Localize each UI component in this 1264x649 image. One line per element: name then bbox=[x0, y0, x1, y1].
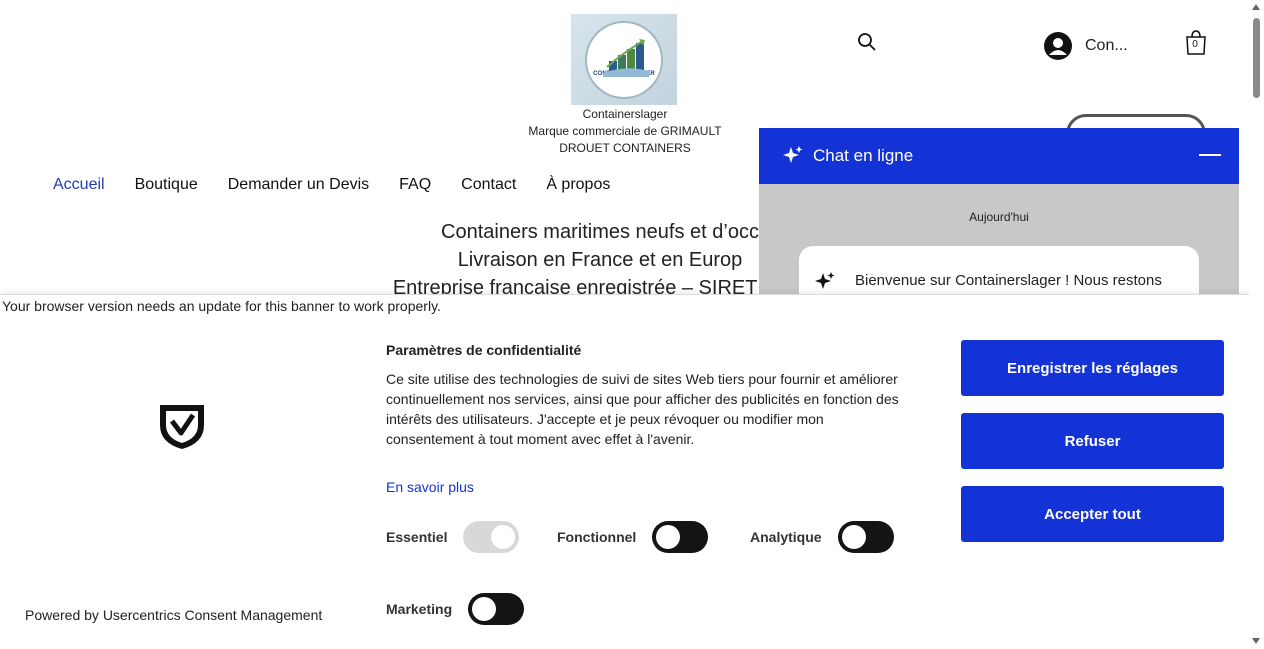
chat-header: Chat en ligne bbox=[759, 128, 1239, 184]
toggle-label-analytics: Analytique bbox=[750, 529, 822, 545]
powered-by: Powered by Usercentrics Consent Manageme… bbox=[25, 607, 323, 623]
brand-block: Containerslager Marque commerciale de GR… bbox=[500, 106, 750, 157]
chat-message-text: Bienvenue sur Containerslager ! Nous res… bbox=[855, 272, 1162, 289]
brand-company: DROUET CONTAINERS bbox=[559, 141, 691, 155]
nav-item-a-propos[interactable]: À propos bbox=[546, 176, 610, 194]
toggle-essential: Essentiel bbox=[386, 521, 520, 553]
brand-name: Containerslager bbox=[582, 107, 668, 121]
accept-all-button[interactable]: Accepter tout bbox=[961, 486, 1224, 542]
cart-button[interactable]: 0 bbox=[1184, 29, 1208, 56]
refuse-button[interactable]: Refuser bbox=[961, 413, 1224, 469]
browser-warning: Your browser version needs an update for… bbox=[2, 298, 441, 314]
logo-graphic-icon bbox=[603, 38, 649, 77]
toggle-label-functional: Fonctionnel bbox=[557, 529, 637, 545]
account-login[interactable]: Con... bbox=[1044, 32, 1128, 60]
banner-description: Ce site utilise des technologies de suiv… bbox=[386, 371, 899, 447]
nav-item-contact[interactable]: Contact bbox=[461, 176, 516, 194]
minimize-icon[interactable] bbox=[1199, 154, 1221, 156]
site-logo[interactable]: CONTAINERSLAGER bbox=[571, 14, 677, 105]
nav-item-devis[interactable]: Demander un Devis bbox=[228, 176, 369, 194]
toggle-marketing: Marketing bbox=[386, 593, 525, 625]
avatar-icon bbox=[1044, 32, 1072, 60]
toggle-analytics: Analytique bbox=[750, 521, 894, 553]
logo-emblem: CONTAINERSLAGER bbox=[585, 20, 663, 99]
chat-title: Chat en ligne bbox=[813, 146, 914, 165]
functional-switch[interactable] bbox=[652, 521, 709, 553]
toggle-label-essential: Essentiel bbox=[386, 529, 448, 545]
nav-item-faq[interactable]: FAQ bbox=[399, 176, 431, 194]
sparkle-icon bbox=[783, 146, 803, 163]
main-nav: Accueil Boutique Demander un Devis FAQ C… bbox=[53, 176, 610, 194]
sparkle-icon bbox=[815, 272, 835, 289]
analytics-switch[interactable] bbox=[837, 521, 894, 553]
banner-title: Paramètres de confidentialité bbox=[386, 342, 582, 358]
page-scrollbar[interactable] bbox=[1249, 0, 1264, 649]
cart-count: 0 bbox=[1192, 39, 1198, 50]
chat-message: Bienvenue sur Containerslager ! Nous res… bbox=[799, 246, 1199, 298]
essential-switch bbox=[463, 521, 520, 553]
account-label: Con... bbox=[1085, 37, 1128, 54]
scroll-up-icon[interactable] bbox=[1252, 4, 1260, 10]
scroll-thumb[interactable] bbox=[1253, 18, 1260, 98]
nav-item-accueil[interactable]: Accueil bbox=[53, 176, 105, 194]
shield-check-icon bbox=[160, 405, 204, 449]
scroll-down-icon[interactable] bbox=[1252, 638, 1260, 644]
toggle-functional: Fonctionnel bbox=[557, 521, 709, 553]
toggle-label-marketing: Marketing bbox=[386, 601, 453, 617]
consent-banner: Your browser version needs an update for… bbox=[0, 294, 1249, 649]
chat-date: Aujourd'hui bbox=[969, 210, 1029, 224]
search-icon[interactable] bbox=[857, 32, 877, 52]
learn-more-link[interactable]: En savoir plus bbox=[386, 479, 474, 495]
nav-item-boutique[interactable]: Boutique bbox=[135, 176, 198, 194]
chat-panel: Chat en ligne Aujourd'hui Bienvenue sur … bbox=[759, 128, 1239, 298]
brand-subtitle: Marque commerciale de GRIMAULT bbox=[528, 124, 722, 138]
marketing-switch[interactable] bbox=[468, 593, 525, 625]
save-settings-button[interactable]: Enregistrer les réglages bbox=[961, 340, 1224, 396]
